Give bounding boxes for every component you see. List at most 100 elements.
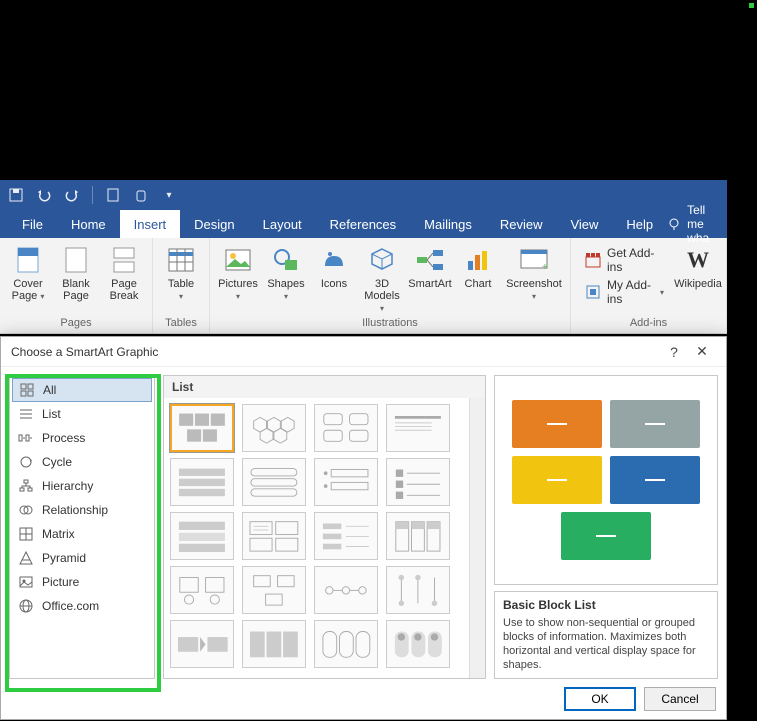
thumb-square-accent[interactable] [386,458,450,506]
app-window: ▾ File Home Insert Design Layout Referen… [0,180,727,334]
cancel-button[interactable]: Cancel [644,687,716,711]
smartart-dialog: Choose a SmartArt Graphic ? ✕ All List P… [0,336,727,720]
cover-page-label: Cover Page [12,278,43,302]
icons-button[interactable]: Icons [312,242,356,315]
thumb-grid3[interactable] [242,512,306,560]
cycle-icon [18,454,34,470]
preview-block-5 [561,512,651,560]
cat-hierarchy[interactable]: Hierarchy [12,474,152,498]
tab-file[interactable]: File [8,210,57,238]
preview-title: Basic Block List [503,598,709,612]
new-doc-icon[interactable] [105,187,121,203]
shapes-button[interactable]: Shapes▾ [264,242,308,315]
smartart-gallery [164,398,469,678]
chart-button[interactable]: Chart [456,242,500,315]
icons-label: Icons [321,278,347,290]
thumb-capsule[interactable] [386,620,450,668]
thumb-rounded[interactable] [314,620,378,668]
blank-page-button[interactable]: Blank Page [54,242,98,315]
group-illustrations: Pictures▾ Shapes▾ Icons 3D Models▾ Smart… [210,238,571,333]
group-pages: Cover Page ▾ Blank Page Page Break Pages [0,238,153,333]
qat-customize-icon[interactable]: ▾ [161,187,177,203]
tab-mailings[interactable]: Mailings [410,210,486,238]
tab-view[interactable]: View [556,210,612,238]
tab-references[interactable]: References [316,210,410,238]
all-icon [19,382,35,398]
group-illus-label: Illustrations [216,315,564,333]
thumb-brackets[interactable] [386,566,450,614]
tab-home[interactable]: Home [57,210,120,238]
tab-review[interactable]: Review [486,210,557,238]
cat-list[interactable]: List [12,402,152,426]
tab-layout[interactable]: Layout [249,210,316,238]
gallery-scrollbar[interactable] [469,398,485,678]
store-icon [585,252,601,268]
thumb-bending[interactable] [242,566,306,614]
chart-label: Chart [465,278,492,290]
description-box: Basic Block List Use to show non-sequent… [494,591,718,679]
cover-page-button[interactable]: Cover Page ▾ [6,242,50,315]
cat-picture-label: Picture [42,575,79,589]
cat-cycle[interactable]: Cycle [12,450,152,474]
tab-help[interactable]: Help [612,210,667,238]
tell-me[interactable]: Tell me wha [667,210,727,238]
list-icon [18,406,34,422]
cat-matrix[interactable]: Matrix [12,522,152,546]
preview-block-2 [610,400,700,448]
hierarchy-icon [18,478,34,494]
ribbon-tabs: File Home Insert Design Layout Reference… [0,210,727,238]
cat-all[interactable]: All [12,378,152,402]
dialog-close-button[interactable]: ✕ [688,343,716,360]
redo-icon[interactable] [64,187,80,203]
3d-models-button[interactable]: 3D Models▾ [360,242,404,315]
thumb-horiz-bullet[interactable] [314,512,378,560]
preview-pane: Basic Block List Use to show non-sequent… [494,375,718,679]
cat-cycle-label: Cycle [42,455,72,469]
cat-list-label: List [42,407,61,421]
save-icon[interactable] [8,187,24,203]
cat-office[interactable]: Office.com [12,594,152,618]
process-icon [18,430,34,446]
smartart-button[interactable]: SmartArt [408,242,452,315]
cat-process[interactable]: Process [12,426,152,450]
pictures-button[interactable]: Pictures▾ [216,242,260,315]
thumb-picture-caption[interactable] [314,404,378,452]
thumb-chevron[interactable] [170,620,234,668]
dialog-help-button[interactable]: ? [660,344,688,360]
dialog-footer: OK Cancel [1,679,726,719]
ok-button[interactable]: OK [564,687,636,711]
ribbon: Cover Page ▾ Blank Page Page Break Pages… [0,238,727,334]
cat-office-label: Office.com [42,599,99,613]
cat-picture[interactable]: Picture [12,570,152,594]
lightbulb-icon [667,217,681,231]
thumb-vert-cards[interactable] [386,512,450,560]
thumb-dot-matrix[interactable] [314,566,378,614]
undo-icon[interactable] [36,187,52,203]
wikipedia-button[interactable]: WWikipedia [676,242,720,315]
my-addins-button[interactable]: My Add-ins ▾ [585,278,664,306]
touch-mode-icon[interactable] [133,187,149,203]
thumb-tab-list[interactable] [314,458,378,506]
thumb-3col[interactable] [242,620,306,668]
pictures-label: Pictures [218,278,258,290]
thumb-pic-strip[interactable] [170,566,234,614]
shapes-label: Shapes [267,278,304,290]
get-addins-button[interactable]: Get Add-ins [585,246,664,274]
cat-pyramid-label: Pyramid [42,551,86,565]
page-break-button[interactable]: Page Break [102,242,146,315]
group-pages-label: Pages [6,315,146,333]
thumb-vertical-box[interactable] [170,458,234,506]
screenshot-button[interactable]: +Screenshot▾ [504,242,564,315]
thumb-hexagon[interactable] [242,404,306,452]
thumb-basic-block-list[interactable] [170,404,234,452]
tab-insert[interactable]: Insert [120,210,181,238]
preview-block-4 [610,456,700,504]
thumb-stacked[interactable] [170,512,234,560]
cat-relationship[interactable]: Relationship [12,498,152,522]
cat-pyramid[interactable]: Pyramid [12,546,152,570]
thumb-vertical-box2[interactable] [242,458,306,506]
preview-block-3 [512,456,602,504]
thumb-lined-list[interactable] [386,404,450,452]
tab-design[interactable]: Design [180,210,248,238]
table-button[interactable]: Table▾ [159,242,203,315]
